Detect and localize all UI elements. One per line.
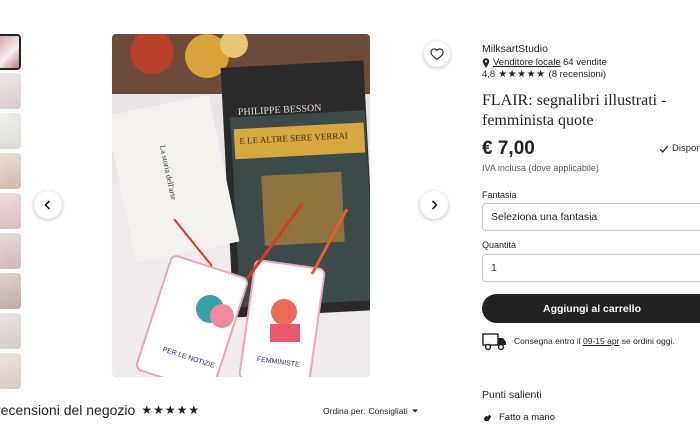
- product-price: € 7,00: [482, 138, 535, 159]
- seller-location: Venditore locale: [482, 57, 561, 68]
- product-photo: PHILIPPE BESSON E LE ALTRE SERE VERRAI L…: [112, 34, 370, 377]
- quantity-label: Quantità: [482, 240, 517, 250]
- quantity-value: 1: [491, 262, 497, 274]
- thumbnail-6[interactable]: [0, 233, 21, 269]
- favorite-button[interactable]: [424, 41, 450, 67]
- highlight-label: Fatto a mano: [499, 412, 555, 423]
- quantity-select[interactable]: 1: [482, 254, 700, 282]
- vat-note: IVA inclusa (dove applicabile): [482, 163, 599, 173]
- variant-select[interactable]: Seleziona una fantasia: [482, 203, 700, 231]
- availability: Dispon: [659, 143, 700, 154]
- thumbnail-8[interactable]: [0, 313, 21, 349]
- highlights-title: Punti salienti: [482, 389, 542, 401]
- shipping-prefix: Consegna entro il: [514, 336, 583, 346]
- caret-down-icon: [411, 409, 418, 413]
- product-title: FLAIR: segnalibri illustrati - femminist…: [482, 92, 667, 129]
- prev-image-button[interactable]: [34, 191, 62, 219]
- product-image: PHILIPPE BESSON E LE ALTRE SERE VERRAI L…: [112, 34, 370, 377]
- chevron-left-icon: [44, 200, 51, 210]
- reviews-stars-icon: ★★★★★: [141, 403, 201, 417]
- rating-value: 4,8: [482, 69, 496, 80]
- chevron-right-icon: [431, 200, 438, 210]
- shipping-dates[interactable]: 09-15 apr: [583, 336, 619, 346]
- shop-name[interactable]: MilksartStudio: [482, 43, 548, 55]
- rating-stars-icon: ★★★★★: [498, 69, 546, 80]
- heart-icon: [430, 48, 444, 60]
- delivery-truck-icon: [482, 333, 506, 351]
- shop-reviews-header: recensioni del negozio ★★★★★: [0, 402, 200, 418]
- thumbnail-5[interactable]: [0, 193, 21, 229]
- thumbnail-4[interactable]: [0, 153, 21, 189]
- reviews-title: recensioni del negozio: [0, 402, 136, 418]
- thumbnail-2[interactable]: [0, 73, 21, 109]
- add-to-cart-button[interactable]: Aggiungi al carrello: [482, 294, 700, 323]
- thumbnail-3[interactable]: [0, 113, 21, 149]
- variant-label: Fantasia: [482, 190, 517, 200]
- checkmark-icon: [659, 145, 669, 153]
- shipping-suffix: se ordini oggi.: [619, 336, 675, 346]
- next-image-button[interactable]: [420, 191, 448, 219]
- hand-icon: [483, 414, 492, 422]
- thumbnail-1[interactable]: [0, 34, 21, 70]
- sort-prefix: Ordina per:: [323, 406, 366, 416]
- highlight-handmade: Fatto a mano: [482, 412, 555, 423]
- review-count: (8 recensioni): [548, 69, 607, 80]
- sales-count: 64 vendite: [563, 57, 607, 68]
- shipping-estimate: Consegna entro il 09-15 apr se ordini og…: [482, 331, 675, 351]
- sort-value: Consigliati: [368, 406, 408, 416]
- availability-label: Dispon: [672, 143, 700, 154]
- location-pin-icon: [482, 57, 490, 68]
- thumbnail-7[interactable]: [0, 273, 21, 309]
- thumbnail-9[interactable]: [0, 353, 21, 389]
- sort-dropdown[interactable]: Ordina per: Consigliati: [323, 406, 419, 416]
- local-seller-link[interactable]: Venditore locale: [493, 57, 561, 68]
- shop-rating[interactable]: 4,8 ★★★★★ (8 recensioni): [482, 69, 606, 80]
- variant-select-value: Seleziona una fantasia: [491, 211, 598, 223]
